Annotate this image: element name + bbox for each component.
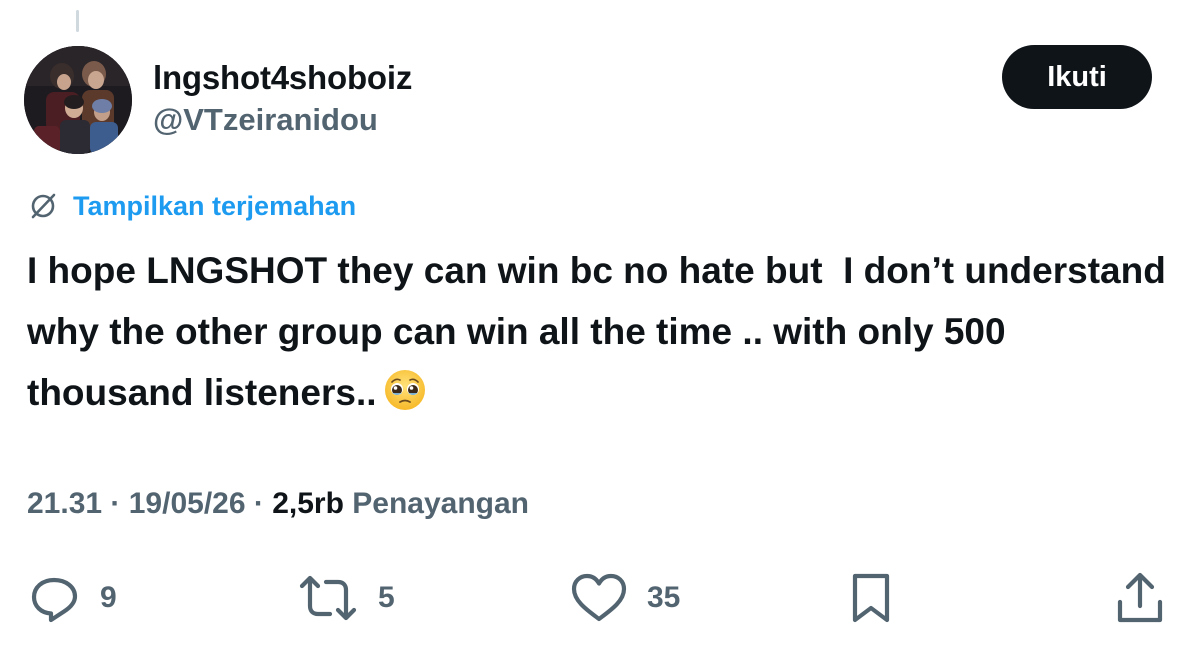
share-button[interactable] xyxy=(1114,570,1166,626)
show-translation-link[interactable]: Tampilkan terjemahan xyxy=(73,191,356,222)
like-count: 35 xyxy=(647,581,681,614)
meta-separator: · xyxy=(102,487,129,520)
repost-button[interactable]: 5 xyxy=(296,570,395,626)
translate-row[interactable]: Tampilkan terjemahan xyxy=(27,190,356,222)
pleading-face-emoji xyxy=(384,370,425,410)
repost-icon xyxy=(299,575,357,621)
views-label: Penayangan xyxy=(343,487,529,520)
reply-count: 9 xyxy=(100,581,117,614)
tweet-text: I hope LNGSHOT they can win bc no hate b… xyxy=(27,240,1177,423)
tweet-time[interactable]: 21.31 xyxy=(27,487,102,520)
bookmark-button[interactable] xyxy=(848,570,894,626)
follow-button[interactable]: Ikuti xyxy=(1002,45,1152,109)
reply-icon xyxy=(31,577,78,623)
heart-icon xyxy=(571,573,627,622)
share-icon xyxy=(1117,572,1163,623)
avatar-photo xyxy=(24,46,132,154)
avatar[interactable] xyxy=(24,46,132,154)
translate-icon xyxy=(31,193,56,219)
tweet-meta: 21.31 · 19/05/26 · 2,5rb Penayangan xyxy=(27,487,529,521)
tweet-actions: 9 5 35 xyxy=(0,570,1199,626)
thread-connector-line xyxy=(76,10,79,32)
like-button[interactable]: 35 xyxy=(569,570,680,626)
meta-separator: · xyxy=(245,487,273,520)
views-count: 2,5rb xyxy=(272,487,344,520)
author-handle[interactable]: @VTzeiranidou xyxy=(153,100,412,140)
reply-button[interactable]: 9 xyxy=(26,570,117,626)
tweet-body: I hope LNGSHOT they can win bc no hate b… xyxy=(27,250,1177,413)
repost-count: 5 xyxy=(378,581,395,614)
author-display-name[interactable]: lngshot4shoboiz xyxy=(153,58,412,98)
tweet-date[interactable]: 19/05/26 xyxy=(129,487,246,520)
bookmark-icon xyxy=(852,573,890,623)
author-info: lngshot4shoboiz @VTzeiranidou xyxy=(153,58,412,140)
